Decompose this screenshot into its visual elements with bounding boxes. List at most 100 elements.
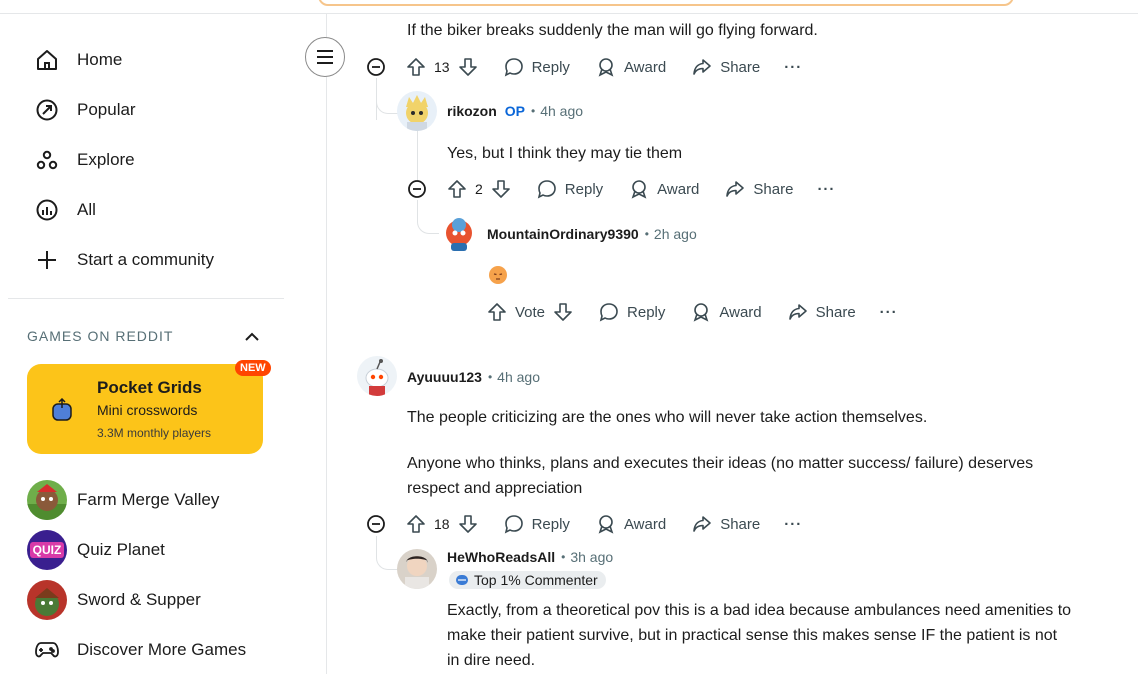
username[interactable]: Ayuuuu123 — [407, 369, 482, 385]
farm-merge-valley-avatar — [27, 480, 67, 520]
more-options-button[interactable]: ··· — [817, 181, 835, 198]
nav-explore[interactable]: Explore — [34, 143, 135, 177]
nav-start-community-label: Start a community — [77, 250, 214, 269]
commenter-badge-icon — [456, 575, 468, 585]
game-sword-and-supper-label: Sword & Supper — [77, 590, 201, 609]
award-label: Award — [623, 515, 667, 533]
share-button[interactable]: Share — [692, 514, 760, 534]
avatar[interactable] — [397, 549, 437, 589]
award-button[interactable]: Award — [629, 179, 699, 199]
nav-home-label: Home — [77, 50, 123, 69]
timestamp[interactable]: 4h ago — [540, 103, 583, 119]
nav-explore-label: Explore — [77, 150, 135, 169]
share-button[interactable]: Share — [692, 57, 760, 77]
separator-dot: • — [487, 370, 493, 384]
game-quiz-planet[interactable]: QUIZ Quiz Planet — [27, 530, 165, 570]
thread-elbow — [376, 100, 398, 114]
username[interactable]: MountainOrdinary9390 — [487, 226, 639, 242]
game-farm-merge-valley-label: Farm Merge Valley — [77, 490, 220, 509]
comment-author-line: rikozon OP • 4h ago — [447, 103, 583, 119]
new-badge: NEW — [235, 360, 271, 376]
sidebar-toggle-button[interactable] — [305, 37, 345, 77]
comment-actions: 18 Reply Award Share ··· — [366, 509, 802, 539]
reply-icon — [599, 303, 618, 322]
more-options-button[interactable]: ··· — [784, 516, 802, 533]
award-label: Award — [623, 58, 667, 76]
award-label: Award — [719, 303, 762, 321]
share-button[interactable]: Share — [788, 302, 856, 322]
award-button[interactable]: Award — [596, 514, 666, 534]
nav-start-community[interactable]: Start a community — [34, 243, 214, 277]
comment-body-line: respect and appreciation — [407, 480, 583, 497]
quiz-planet-avatar: QUIZ — [27, 530, 67, 570]
comment-author-line: Ayuuuu123 • 4h ago — [407, 369, 540, 385]
vote-score: 18 — [434, 516, 450, 532]
share-button[interactable]: Share — [725, 179, 793, 199]
upvote-icon[interactable] — [447, 179, 467, 199]
downvote-icon[interactable] — [553, 302, 573, 322]
explore-icon — [34, 147, 60, 173]
comment-body-line: in dire need. — [447, 652, 536, 669]
nav-home[interactable]: Home — [34, 43, 122, 77]
avatar[interactable] — [357, 356, 397, 396]
award-icon — [694, 303, 709, 322]
timestamp[interactable]: 3h ago — [570, 549, 613, 565]
search-bar-edge[interactable] — [318, 0, 1014, 6]
game-quiz-planet-label: Quiz Planet — [77, 540, 165, 559]
collapse-icon[interactable] — [366, 57, 386, 77]
nav-all[interactable]: All — [34, 193, 96, 227]
award-icon — [598, 515, 614, 534]
game-farm-merge-valley[interactable]: Farm Merge Valley — [27, 480, 219, 520]
reply-button[interactable]: Reply — [599, 302, 665, 322]
comment-body-line: Exactly, from a theoretical pov this is … — [447, 602, 1072, 619]
award-button[interactable]: Award — [596, 57, 666, 77]
upvote-icon[interactable] — [406, 514, 426, 534]
reply-icon — [537, 180, 556, 199]
game-sword-and-supper[interactable]: Sword & Supper — [27, 580, 201, 620]
upvote-icon[interactable] — [406, 57, 426, 77]
share-label: Share — [753, 180, 794, 198]
pocket-grids-icon — [52, 398, 72, 421]
share-label: Share — [815, 303, 856, 321]
avatar[interactable] — [397, 91, 437, 131]
more-options-button[interactable]: ··· — [784, 59, 802, 76]
promo-subtitle: Mini crosswords — [97, 402, 198, 418]
popular-icon — [34, 97, 60, 123]
timestamp[interactable]: 4h ago — [497, 369, 540, 385]
quiz-planet-avatar-text: QUIZ — [29, 542, 65, 558]
timestamp[interactable]: 2h ago — [654, 226, 697, 242]
games-section-heading[interactable]: GAMES ON REDDIT — [27, 328, 173, 344]
comment-actions: 2 Reply Award Share ··· — [407, 174, 835, 204]
username[interactable]: rikozon — [447, 103, 497, 119]
nav-popular[interactable]: Popular — [34, 93, 136, 127]
award-label: Award — [657, 180, 700, 198]
avatar[interactable] — [439, 213, 479, 253]
vote-control: 13 — [406, 57, 478, 77]
discover-more-games[interactable]: Discover More Games — [27, 630, 246, 670]
reply-button[interactable]: Reply — [504, 57, 570, 77]
op-badge: OP — [504, 103, 526, 119]
chevron-up-icon[interactable] — [243, 328, 261, 346]
comment-body: Yes, but I think they may tie them — [447, 145, 683, 162]
collapse-icon[interactable] — [366, 514, 386, 534]
promo-player-count: 3.3M monthly players — [97, 426, 212, 440]
pocket-grids-promo-card[interactable]: Pocket Grids Mini crosswords 3.3M monthl… — [27, 364, 263, 454]
share-icon — [693, 59, 711, 75]
reply-button[interactable]: Reply — [504, 514, 570, 534]
vote-label: Vote — [515, 303, 546, 321]
vote-score: 13 — [434, 59, 450, 75]
comment-body-line: Anyone who thinks, plans and executes th… — [407, 455, 1034, 472]
reply-button[interactable]: Reply — [537, 179, 603, 199]
downvote-icon[interactable] — [458, 514, 478, 534]
thread-elbow — [417, 210, 439, 234]
vote-control: 2 — [447, 179, 511, 199]
username[interactable]: HeWhoReadsAll — [447, 549, 555, 565]
downvote-icon[interactable] — [491, 179, 511, 199]
upvote-icon[interactable] — [487, 302, 507, 322]
collapse-icon[interactable] — [407, 179, 427, 199]
more-options-button[interactable]: ··· — [880, 304, 898, 321]
left-sidebar: Home Popular Explore All Start a communi… — [0, 14, 327, 674]
award-button[interactable]: Award — [691, 302, 762, 322]
downvote-icon[interactable] — [458, 57, 478, 77]
separator-dot: • — [531, 104, 536, 118]
